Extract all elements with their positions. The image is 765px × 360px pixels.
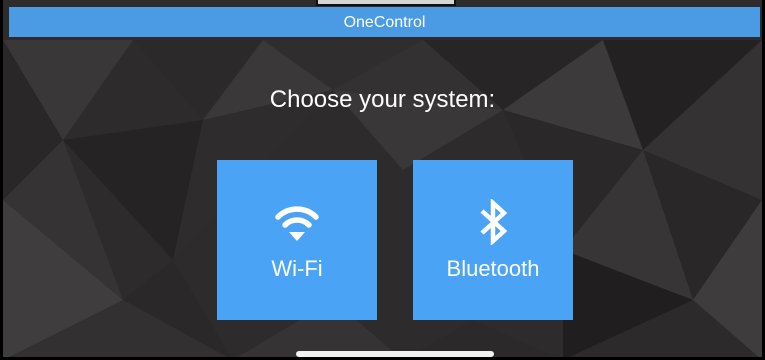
title-bar: OneControl bbox=[9, 7, 760, 37]
wifi-option-button[interactable]: Wi-Fi bbox=[217, 160, 377, 320]
device-notch bbox=[316, 0, 456, 6]
wifi-option-label: Wi-Fi bbox=[271, 256, 323, 281]
choose-system-prompt: Choose your system: bbox=[269, 86, 496, 113]
bluetooth-option-button[interactable]: Bluetooth bbox=[413, 160, 573, 320]
wifi-icon bbox=[217, 197, 377, 247]
background-pattern bbox=[3, 0, 762, 357]
home-indicator[interactable] bbox=[296, 351, 494, 357]
bluetooth-option-label: Bluetooth bbox=[446, 256, 540, 281]
app-title: OneControl bbox=[343, 14, 426, 31]
bluetooth-icon bbox=[413, 197, 573, 247]
app-screen: OneControl Choose your system: Wi-Fi Blu… bbox=[0, 0, 765, 360]
